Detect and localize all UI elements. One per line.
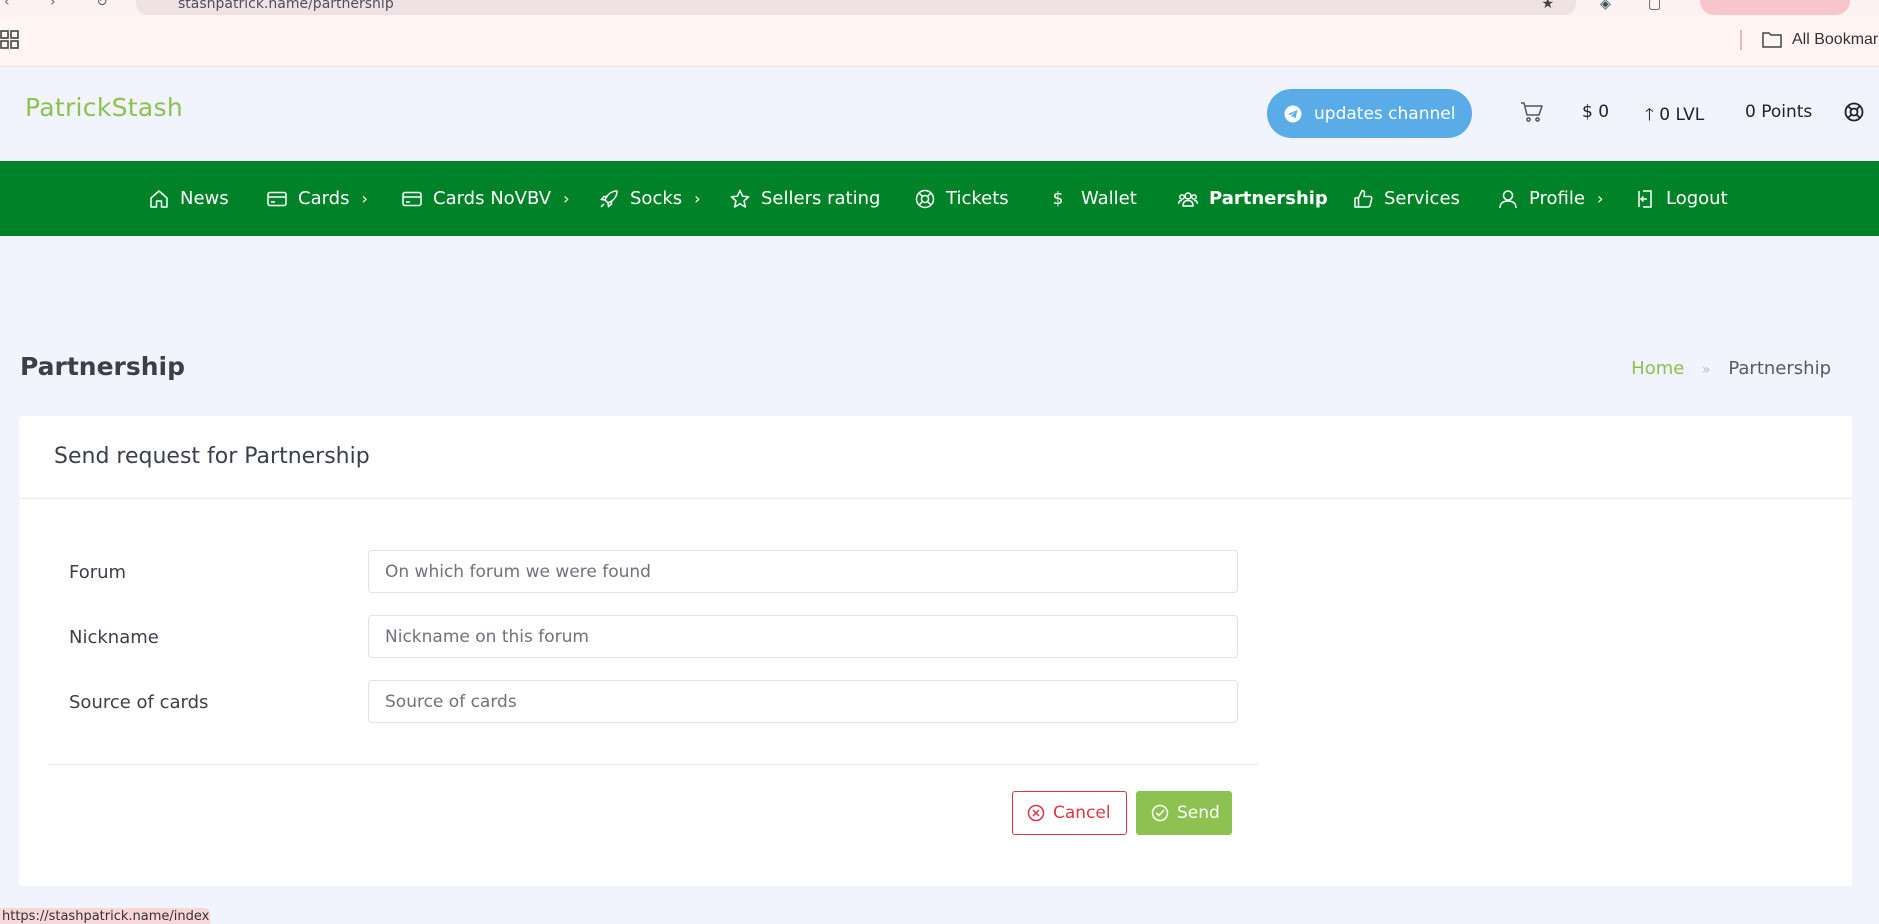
address-bar-url: stashpatrick.name/partnership — [178, 0, 394, 12]
breadcrumb-current: Partnership — [1728, 358, 1831, 379]
nav-label: Socks — [630, 188, 683, 209]
level-display[interactable]: 🡑 0 LVL — [1645, 102, 1704, 131]
browser-profile-button[interactable] — [1700, 0, 1850, 15]
page-title: Partnership — [20, 352, 186, 381]
nav-item-sellers-rating[interactable]: Sellers rating — [729, 161, 880, 236]
nav-item-services[interactable]: Services — [1352, 161, 1460, 236]
updates-channel-label: updates channel — [1314, 103, 1456, 124]
nav-label: Wallet — [1081, 188, 1137, 209]
chevron-right-icon: › — [1596, 189, 1604, 208]
nav-label: Sellers rating — [761, 188, 881, 209]
balance-display[interactable]: $ 0 — [1582, 102, 1609, 122]
nav-label: Cards — [298, 188, 350, 209]
arrow-up-icon: 🡑 — [1645, 105, 1654, 125]
browser-tab-strip: ‹ › ↻ stashpatrick.name/partnership ★ ◈ … — [0, 0, 1879, 16]
nav-item-partnership[interactable]: Partnership — [1177, 161, 1328, 236]
support-lifebuoy-icon[interactable] — [1844, 102, 1864, 122]
cancel-label: Cancel — [1053, 803, 1111, 823]
lifebuoy-icon — [915, 189, 935, 208]
nav-label: Cards NoVBV — [433, 188, 552, 209]
nav-item-socks[interactable]: Socks › — [598, 161, 701, 236]
main-nav: News Cards › Cards NoVBV › Socks › Selle… — [0, 161, 1879, 236]
credit-card-icon — [402, 191, 422, 206]
partnership-form-card: Send request for Partnership Forum Nickn… — [19, 416, 1852, 886]
browser-status-bar: https://stashpatrick.name/index — [0, 908, 210, 924]
bookmarks-separator — [1740, 30, 1742, 50]
check-circle-icon — [1151, 804, 1169, 822]
folder-icon — [1762, 32, 1782, 48]
nav-label: Profile — [1529, 188, 1585, 209]
browser-nav-icons[interactable]: ‹ › ↻ — [4, 0, 126, 10]
nickname-input[interactable] — [368, 615, 1238, 658]
close-circle-icon — [1027, 804, 1045, 822]
nav-item-logout[interactable]: Logout — [1634, 161, 1728, 236]
site-header: PatrickStash updates channel $ 0 🡑 0 LVL… — [0, 67, 1879, 161]
tab-icon[interactable]: ▢ — [1648, 0, 1661, 12]
cart-icon[interactable] — [1520, 100, 1544, 124]
users-icon — [1177, 191, 1199, 207]
send-label: Send — [1177, 803, 1220, 823]
bookmarks-bar: All Bookmarks — [0, 16, 1879, 67]
apps-grid-icon[interactable] — [0, 30, 20, 50]
cancel-button[interactable]: Cancel — [1012, 791, 1127, 835]
form-row-forum: Forum — [69, 550, 1259, 594]
nav-item-news[interactable]: News — [148, 161, 229, 236]
nav-label: Logout — [1666, 188, 1728, 209]
star-icon — [730, 189, 750, 208]
send-button[interactable]: Send — [1136, 791, 1232, 835]
updates-channel-button[interactable]: updates channel — [1267, 89, 1472, 138]
nav-item-tickets[interactable]: Tickets — [914, 161, 1009, 236]
source-of-cards-label: Source of cards — [69, 692, 209, 713]
nav-label: Partnership — [1209, 188, 1328, 209]
nav-item-cards[interactable]: Cards › — [266, 161, 368, 236]
nav-label: Tickets — [946, 188, 1009, 209]
chevron-right-icon: › — [563, 189, 570, 208]
card-header: Send request for Partnership — [19, 416, 1852, 499]
form-divider — [48, 764, 1258, 765]
nickname-label: Nickname — [69, 627, 159, 648]
credit-card-icon — [267, 191, 287, 206]
nav-label: News — [180, 188, 229, 209]
form-row-nickname: Nickname — [69, 615, 1259, 659]
nav-label: Services — [1384, 188, 1460, 209]
all-bookmarks-link[interactable]: All Bookmarks — [1792, 31, 1879, 49]
chevron-right-icon: › — [361, 189, 368, 208]
card-title: Send request for Partnership — [54, 444, 370, 469]
breadcrumb-separator-icon: » — [1702, 362, 1711, 378]
points-display[interactable]: 0 Points — [1745, 102, 1812, 122]
home-icon — [150, 189, 168, 208]
breadcrumb-home-link[interactable]: Home — [1631, 358, 1684, 379]
telegram-icon — [1284, 105, 1302, 122]
extension-icon[interactable]: ◈ — [1600, 0, 1611, 12]
rocket-icon — [600, 189, 618, 208]
nav-item-wallet[interactable]: $ Wallet — [1047, 161, 1137, 236]
bookmark-star-icon[interactable]: ★ — [1541, 0, 1554, 12]
breadcrumb: Home » Partnership — [1631, 358, 1831, 379]
forum-input[interactable] — [368, 550, 1238, 593]
logout-icon — [1638, 189, 1652, 208]
thumbs-up-icon — [1354, 189, 1373, 208]
nav-item-cards-novbv[interactable]: Cards NoVBV › — [401, 161, 570, 236]
user-icon — [1499, 189, 1517, 208]
address-bar[interactable]: stashpatrick.name/partnership ★ — [136, 0, 1576, 15]
source-of-cards-input[interactable] — [368, 680, 1238, 723]
forum-label: Forum — [69, 562, 127, 583]
nav-item-profile[interactable]: Profile › — [1497, 161, 1603, 236]
brand-logo[interactable]: PatrickStash — [25, 93, 183, 122]
dollar-icon: $ — [1052, 188, 1064, 209]
chevron-right-icon: › — [694, 189, 701, 208]
form-row-source-of-cards: Source of cards — [69, 680, 1259, 724]
level-value: 0 LVL — [1659, 105, 1705, 125]
